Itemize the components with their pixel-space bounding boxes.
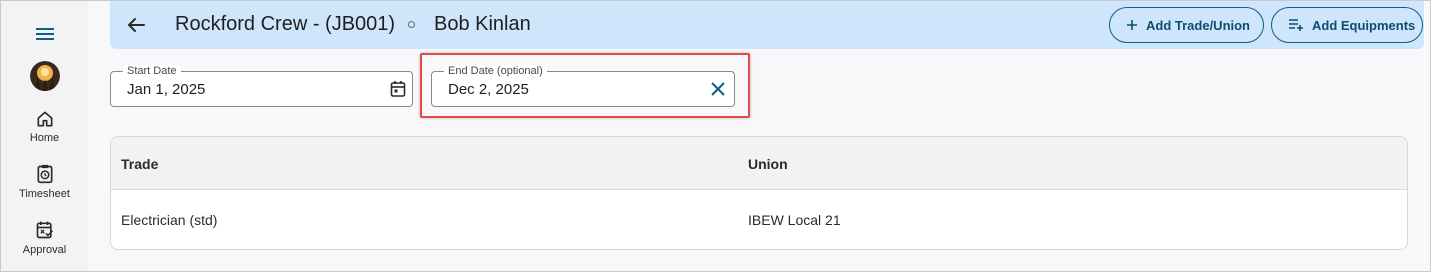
column-header-union: Union [748, 156, 788, 172]
person-name: Bob Kinlan [434, 13, 531, 35]
trade-union-table: Trade Union Electrician (std) IBEW Local… [110, 136, 1408, 250]
playlist-add-icon [1289, 19, 1303, 31]
page-header: Rockford Crew - (JB001) Bob Kinlan Add T… [110, 1, 1424, 49]
add-equipments-label: Add Equipments [1312, 17, 1416, 33]
sidebar-item-label: Approval [22, 244, 67, 256]
main-content: Rockford Crew - (JB001) Bob Kinlan Add T… [88, 1, 1430, 271]
start-date-field[interactable]: Start Date Jan 1, 2025 [110, 65, 413, 107]
add-trade-union-label: Add Trade/Union [1146, 17, 1250, 33]
sidebar-item-label: Home [29, 132, 60, 144]
start-date-value: Jan 1, 2025 [127, 81, 206, 98]
timesheet-icon [37, 164, 52, 184]
table-header: Trade Union [111, 137, 1407, 190]
sidebar: Home Timesheet Approval [1, 1, 88, 271]
sidebar-item-label: Timesheet [19, 188, 70, 200]
table-row[interactable]: Electrician (std) IBEW Local 21 [111, 190, 1407, 249]
column-header-trade: Trade [121, 156, 159, 172]
approval-icon [36, 221, 53, 239]
menu-icon[interactable] [33, 25, 57, 47]
cell-union: IBEW Local 21 [748, 212, 841, 228]
end-date-label: End Date (optional) [444, 65, 547, 77]
calendar-icon[interactable] [390, 80, 406, 98]
back-arrow-icon[interactable] [124, 13, 148, 37]
sidebar-item-timesheet[interactable]: Timesheet [1, 163, 88, 200]
sidebar-item-approval[interactable]: Approval [1, 219, 88, 256]
cell-trade: Electrician (std) [121, 212, 218, 228]
separator-dot [408, 21, 415, 28]
avatar[interactable] [30, 61, 60, 91]
start-date-label: Start Date [123, 65, 181, 77]
home-icon [37, 111, 53, 127]
add-trade-union-button[interactable]: Add Trade/Union [1109, 7, 1264, 43]
close-icon[interactable] [711, 82, 725, 96]
end-date-value: Dec 2, 2025 [448, 81, 529, 98]
end-date-field[interactable]: End Date (optional) Dec 2, 2025 [431, 65, 735, 107]
plus-icon [1127, 20, 1137, 30]
sidebar-item-home[interactable]: Home [1, 109, 88, 144]
add-equipments-button[interactable]: Add Equipments [1271, 7, 1423, 43]
page-title: Rockford Crew - (JB001) [175, 13, 396, 35]
